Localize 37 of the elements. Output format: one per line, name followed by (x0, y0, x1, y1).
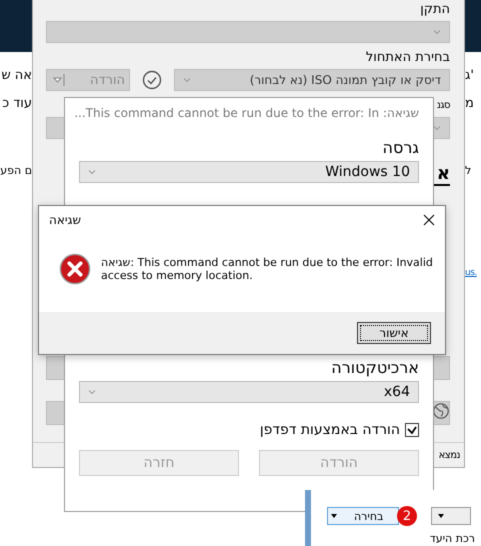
check-circle-icon (142, 70, 162, 90)
dialog-title: ...This command cannot be run due to the error: In :שגיאה (74, 106, 419, 120)
status-text: נמצא (438, 450, 460, 460)
globe-icon[interactable] (432, 402, 450, 420)
step-badge: 2 (397, 506, 417, 526)
chevron-down-icon (88, 389, 96, 395)
section-heading: א (436, 163, 450, 184)
version-dropdown[interactable]: Windows 10 (79, 161, 419, 183)
field-label: ארכיטקטורה (331, 358, 419, 378)
article-text: ל (465, 164, 472, 177)
field-label: בחירת האתחול (366, 50, 450, 66)
close-icon[interactable] (423, 214, 435, 226)
field-label: סגנ (436, 99, 450, 113)
article-text: ג' (465, 68, 474, 83)
select-button[interactable]: בחירה (327, 507, 399, 525)
chevron-down-icon (183, 77, 191, 83)
chevron-down-icon (88, 169, 96, 175)
article-link[interactable]: us. (465, 268, 477, 278)
chevron-down-icon (433, 29, 441, 35)
article-text: אה ש (1, 68, 32, 83)
error-message: שגיאה: This command cannot be run due to the error: Invalid access to memory location. (101, 256, 434, 282)
field-label: גרסה (382, 138, 419, 158)
field-label: התקן (420, 2, 450, 18)
dialog-title: שגיאה (49, 213, 81, 227)
checkbox[interactable] (405, 423, 419, 437)
field-label: רכת היעד (430, 532, 476, 545)
article-text: ם הפע (0, 164, 32, 177)
article-text: מ (465, 96, 474, 111)
ok-button[interactable]: אישור (357, 322, 431, 344)
article-text: עוד כ (2, 96, 32, 111)
checkbox-label: הורדה באמצעות דפדפן (260, 422, 400, 438)
architecture-dropdown[interactable]: x64 (79, 381, 419, 403)
boot-dropdown[interactable]: דיסק או קובץ תמונה ISO (נא לבחור) (174, 69, 450, 91)
dropdown-arrow-icon (53, 74, 65, 86)
dropdown-arrow-icon (437, 512, 445, 520)
error-icon (59, 253, 91, 285)
dropdown-arrow-icon (330, 512, 338, 520)
